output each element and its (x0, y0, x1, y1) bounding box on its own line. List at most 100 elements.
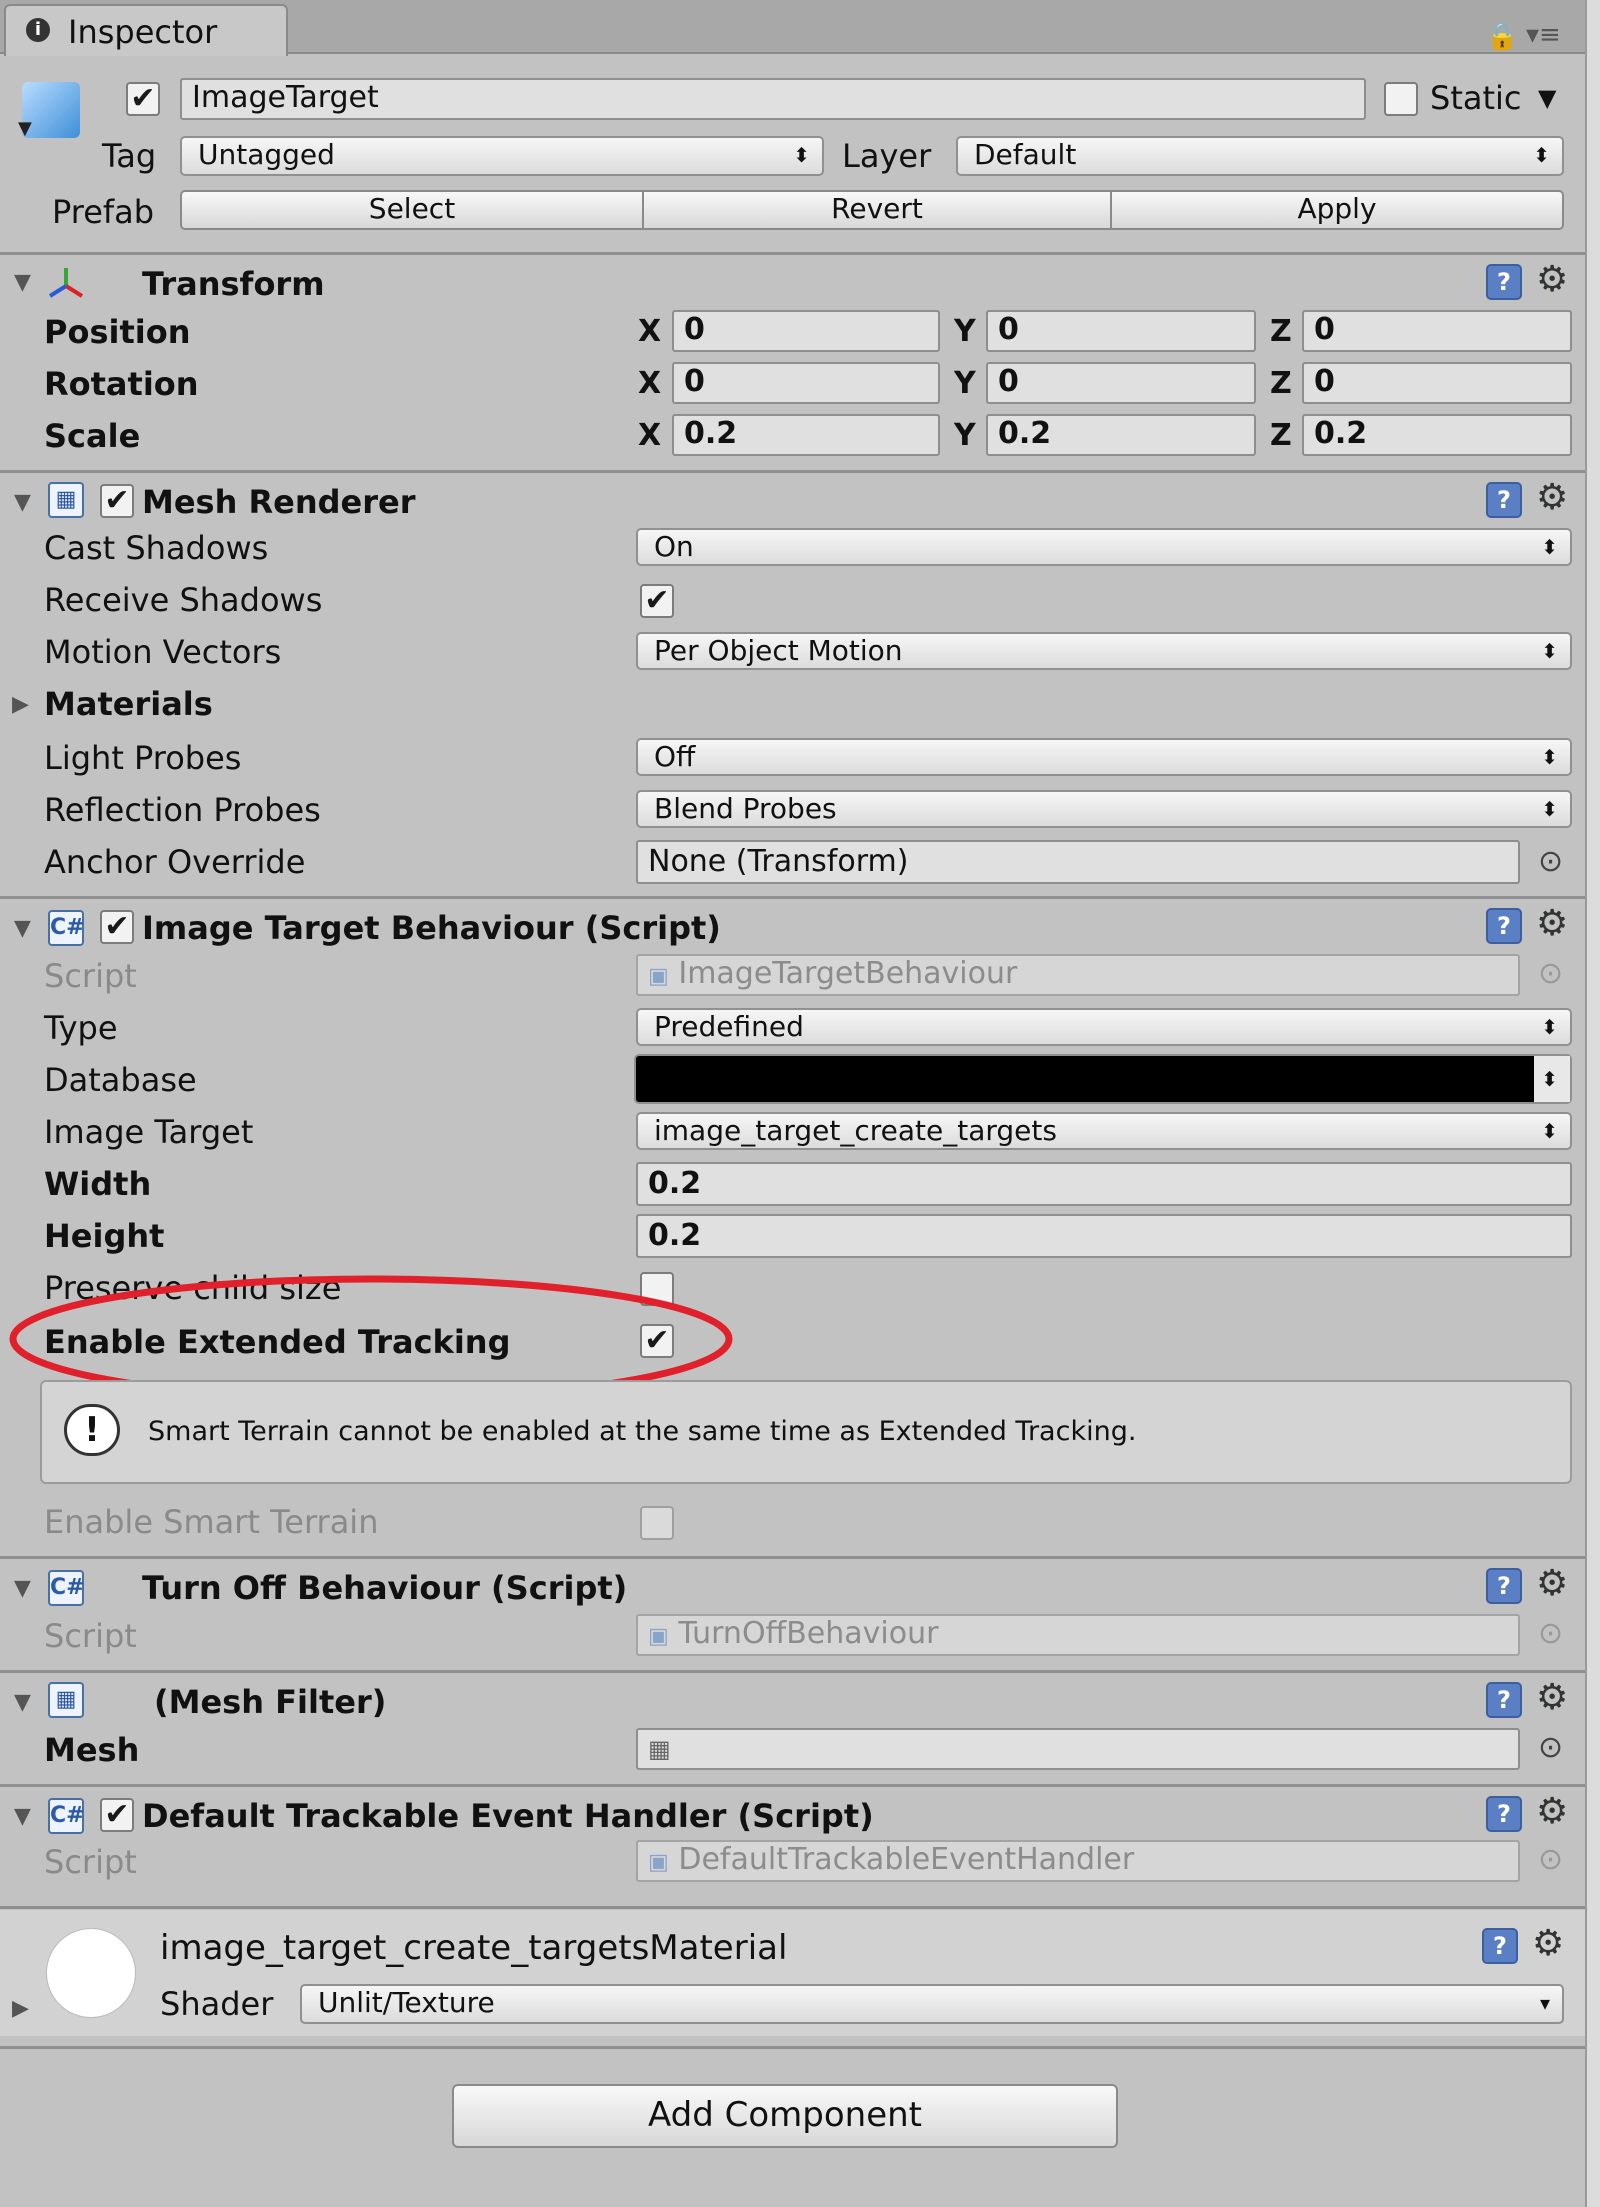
rotation-label: Rotation (44, 365, 199, 403)
help-icon[interactable]: ? (1486, 1796, 1522, 1832)
mesh-renderer-enabled-checkbox[interactable]: ✔ (100, 484, 134, 518)
prefab-revert-button[interactable]: Revert (642, 190, 1112, 230)
position-y-field[interactable]: 0 (986, 310, 1256, 352)
materials-label[interactable]: Materials (44, 684, 213, 724)
scrollbar-track[interactable] (1585, 0, 1600, 2207)
materials-foldout-icon[interactable]: ▶ (12, 692, 29, 717)
foldout-arrow-icon[interactable]: ▼ (14, 490, 31, 515)
anchor-override-field[interactable]: None (Transform) (636, 840, 1520, 884)
script-field: ▣ DefaultTrackableEventHandler (636, 1840, 1520, 1882)
transform-title: Transform (142, 265, 325, 303)
updown-arrow-icon: ⬍ (1541, 1067, 1558, 1091)
gear-icon[interactable]: ⚙ (1536, 1566, 1568, 1602)
object-picker-icon[interactable]: ⊙ (1538, 1730, 1563, 1765)
gear-icon[interactable]: ⚙ (1532, 1926, 1564, 1962)
static-checkbox[interactable] (1384, 82, 1418, 116)
script-value: ImageTargetBehaviour (678, 956, 1018, 991)
gear-icon[interactable]: ⚙ (1536, 262, 1568, 298)
divider (0, 1784, 1585, 1787)
trackable-enabled-checkbox[interactable]: ✔ (100, 1798, 134, 1832)
help-icon[interactable]: ? (1486, 482, 1522, 518)
shader-dropdown[interactable]: Unlit/Texture ▾ (300, 1984, 1564, 2024)
rotation-y-field[interactable]: 0 (986, 362, 1256, 404)
prefab-select-button[interactable]: Select (180, 190, 644, 230)
reflection-probes-dropdown[interactable]: Blend Probes ⬍ (636, 790, 1572, 828)
layer-dropdown[interactable]: Default ⬍ (956, 136, 1564, 176)
x-label[interactable]: X (638, 312, 661, 352)
scale-x-field[interactable]: 0.2 (672, 414, 940, 456)
mesh-field[interactable]: ▦ (636, 1728, 1520, 1770)
foldout-arrow-icon[interactable]: ▼ (14, 916, 31, 941)
y-label[interactable]: Y (954, 364, 976, 404)
help-icon[interactable]: ? (1486, 1682, 1522, 1718)
image-target-dropdown[interactable]: image_target_create_targets ⬍ (636, 1112, 1572, 1150)
layer-value: Default (974, 138, 1077, 171)
rotation-x-field[interactable]: 0 (672, 362, 940, 404)
divider (0, 1670, 1585, 1673)
tag-value: Untagged (198, 138, 335, 171)
scale-y-field[interactable]: 0.2 (986, 414, 1256, 456)
foldout-arrow-icon[interactable]: ▼ (14, 1690, 31, 1715)
image-target-behaviour-title: Image Target Behaviour (Script) (142, 909, 721, 947)
cast-shadows-dropdown[interactable]: On ⬍ (636, 528, 1572, 566)
light-probes-dropdown[interactable]: Off ⬍ (636, 738, 1572, 776)
motion-vectors-dropdown[interactable]: Per Object Motion ⬍ (636, 632, 1572, 670)
help-icon[interactable]: ? (1486, 264, 1522, 300)
type-dropdown[interactable]: Predefined ⬍ (636, 1008, 1572, 1046)
y-label[interactable]: Y (954, 312, 976, 352)
gear-icon[interactable]: ⚙ (1536, 480, 1568, 516)
height-field[interactable]: 0.2 (636, 1214, 1572, 1258)
updown-arrow-icon: ⬍ (793, 143, 810, 167)
script-file-icon: ▣ (648, 964, 669, 989)
add-component-button[interactable]: Add Component (452, 2084, 1118, 2148)
gear-icon[interactable]: ⚙ (1536, 1680, 1568, 1716)
rotation-z-field[interactable]: 0 (1302, 362, 1572, 404)
tab-inspector[interactable]: i Inspector (4, 4, 288, 56)
image-target-enabled-checkbox[interactable]: ✔ (100, 910, 134, 944)
y-label[interactable]: Y (954, 416, 976, 456)
help-icon[interactable]: ? (1486, 908, 1522, 944)
gear-icon[interactable]: ⚙ (1536, 906, 1568, 942)
z-label[interactable]: Z (1270, 364, 1292, 404)
motion-vectors-value: Per Object Motion (654, 634, 903, 667)
x-label[interactable]: X (638, 416, 661, 456)
gear-icon[interactable]: ⚙ (1536, 1794, 1568, 1830)
help-icon[interactable]: ? (1486, 1568, 1522, 1604)
updown-arrow-icon: ⬍ (1541, 639, 1558, 663)
position-label: Position (44, 313, 191, 351)
mesh-filter-title: (Mesh Filter) (154, 1683, 387, 1721)
receive-shadows-checkbox[interactable]: ✔ (640, 584, 674, 618)
prefab-label: Prefab (52, 193, 155, 231)
object-picker-icon[interactable]: ⊙ (1538, 844, 1563, 879)
scale-z-field[interactable]: 0.2 (1302, 414, 1572, 456)
z-label[interactable]: Z (1270, 416, 1292, 456)
position-z-field[interactable]: 0 (1302, 310, 1572, 352)
default-trackable-title: Default Trackable Event Handler (Script) (142, 1797, 874, 1835)
foldout-arrow-icon[interactable]: ▼ (14, 1576, 31, 1601)
layer-label: Layer (842, 137, 932, 175)
script-icon: C# (48, 1570, 85, 1606)
cube-dropdown-arrow-icon[interactable]: ▼ (18, 118, 32, 139)
help-icon[interactable]: ? (1482, 1928, 1518, 1964)
object-name-field[interactable]: ImageTarget (180, 78, 1366, 120)
foldout-arrow-icon[interactable]: ▼ (14, 270, 31, 295)
updown-arrow-icon: ⬍ (1541, 745, 1558, 769)
database-dropdown[interactable]: ⬍ (634, 1054, 1572, 1104)
prefab-apply-button[interactable]: Apply (1110, 190, 1564, 230)
script-icon: C# (48, 1798, 85, 1834)
type-label: Type (44, 1009, 118, 1047)
static-dropdown-arrow-icon[interactable]: ▼ (1538, 84, 1556, 112)
foldout-arrow-icon[interactable]: ▼ (14, 1804, 31, 1829)
script-file-icon: ▣ (648, 1850, 669, 1875)
position-x-field[interactable]: 0 (672, 310, 940, 352)
light-probes-value: Off (654, 740, 696, 773)
tag-dropdown[interactable]: Untagged ⬍ (180, 136, 824, 176)
width-field[interactable]: 0.2 (636, 1162, 1572, 1206)
material-preview-sphere (46, 1928, 136, 2018)
active-checkbox[interactable]: ✔ (126, 82, 160, 116)
lock-icon[interactable]: 🔒 (1486, 22, 1518, 52)
x-label[interactable]: X (638, 364, 661, 404)
material-foldout-icon[interactable]: ▶ (12, 1996, 29, 2021)
z-label[interactable]: Z (1270, 312, 1292, 352)
menu-icon[interactable]: ▾≡ (1526, 20, 1561, 50)
